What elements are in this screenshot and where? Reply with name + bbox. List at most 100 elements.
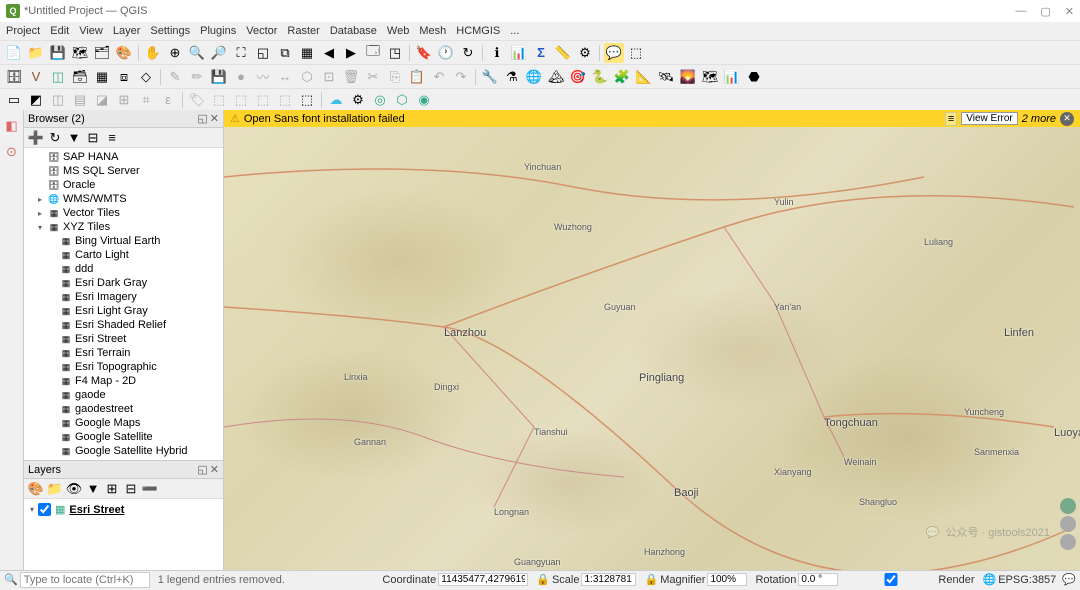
measure-icon[interactable]: 📏	[553, 43, 573, 63]
zoom-next-icon[interactable]: ▶	[341, 43, 361, 63]
tree-item[interactable]: ▦Esri Terrain	[24, 346, 223, 360]
tree-item[interactable]: ▦Esri Dark Gray	[24, 276, 223, 290]
expression-icon[interactable]: ε	[158, 90, 178, 110]
plugin-f-icon[interactable]: 🐍	[590, 67, 610, 87]
layer-row[interactable]: ▾ ▦ Esri Street	[30, 503, 217, 516]
zoom-last-icon[interactable]: ◀	[319, 43, 339, 63]
select-by-value-icon[interactable]: ◩	[26, 90, 46, 110]
hcmgis-a-icon[interactable]: ◎	[370, 90, 390, 110]
no-action-icon[interactable]: ⬚	[626, 43, 646, 63]
tree-item[interactable]: ▦Esri Imagery	[24, 290, 223, 304]
deselect-icon[interactable]: ◫	[48, 90, 68, 110]
refresh-icon[interactable]: ↻	[458, 43, 478, 63]
invert-selection-icon[interactable]: ◪	[92, 90, 112, 110]
label-tool-b-icon[interactable]: ⬚	[231, 90, 251, 110]
tree-item[interactable]: ▦gaodestreet	[24, 402, 223, 416]
map-ctrl-b[interactable]	[1060, 516, 1076, 532]
show-layout-manager-icon[interactable]: 🗂	[92, 43, 112, 63]
tree-item[interactable]: ▦Esri Light Gray	[24, 304, 223, 318]
rot-input[interactable]	[798, 573, 838, 586]
crs-icon[interactable]: 🌐	[983, 573, 997, 586]
zoom-selection-icon[interactable]: ◱	[253, 43, 273, 63]
menu-web[interactable]: Web	[387, 25, 409, 37]
new-3d-view-icon[interactable]: ◳	[385, 43, 405, 63]
coord-input[interactable]	[438, 573, 528, 586]
new-map-view-icon[interactable]: 🗔	[363, 43, 383, 63]
zoom-layer-icon[interactable]: ⧉	[275, 43, 295, 63]
warning-collapse-icon[interactable]: ≡	[945, 112, 957, 126]
zoom-in-icon[interactable]: 🔍	[187, 43, 207, 63]
show-statistical-summary-icon[interactable]: Σ	[531, 43, 551, 63]
select-feature-icon[interactable]: ▭	[4, 90, 24, 110]
snapping-icon[interactable]: ⊙	[2, 142, 22, 162]
cut-features-icon[interactable]: ✂	[363, 67, 383, 87]
tree-item[interactable]: ▦Google Satellite Hybrid	[24, 444, 223, 458]
tree-item[interactable]: ▦ddd	[24, 262, 223, 276]
menu-project[interactable]: Project	[6, 25, 40, 37]
new-memory-icon[interactable]: ◇	[136, 67, 156, 87]
new-project-icon[interactable]: 📄	[4, 43, 24, 63]
new-spatialite-icon[interactable]: 🗃	[70, 67, 90, 87]
tree-item[interactable]: ▦Esri Street	[24, 332, 223, 346]
save-edits-icon[interactable]: 💾	[209, 67, 229, 87]
osm-icon[interactable]: ☁	[326, 90, 346, 110]
layer-styling-icon[interactable]: ◧	[2, 116, 22, 136]
undo-icon[interactable]: ↶	[429, 67, 449, 87]
digitize-icon[interactable]: 〰	[253, 67, 273, 87]
layer-visibility-checkbox[interactable]	[38, 503, 51, 516]
add-group-icon[interactable]: 📁	[47, 481, 63, 497]
browser-undock-icon[interactable]: ◱	[197, 112, 207, 125]
tree-item[interactable]: ▦Esri Topographic	[24, 360, 223, 374]
processing-icon[interactable]: ⚙	[348, 90, 368, 110]
copy-features-icon[interactable]: ⎘	[385, 67, 405, 87]
mag-input[interactable]	[707, 573, 747, 586]
map-canvas[interactable]: LanzhouPingliangTongchuanXianyangBaojiLi…	[224, 127, 1080, 570]
scale-input[interactable]	[581, 573, 636, 586]
locator-input[interactable]	[20, 572, 150, 588]
menu-raster[interactable]: Raster	[287, 25, 319, 37]
plugin-d-icon[interactable]: 🏔	[546, 67, 566, 87]
tree-item[interactable]: ▦Esri Shaded Relief	[24, 318, 223, 332]
zoom-full-icon[interactable]: ⛶	[231, 43, 251, 63]
open-data-source-icon[interactable]: 🗄	[4, 67, 24, 87]
delete-selected-icon[interactable]: 🗑	[341, 67, 361, 87]
hcmgis-c-icon[interactable]: ◉	[414, 90, 434, 110]
menu-hcmgis[interactable]: HCMGIS	[456, 25, 500, 37]
pan-icon[interactable]: ✋	[143, 43, 163, 63]
collapse-all-icon[interactable]: ⊟	[85, 130, 101, 146]
show-spatial-bookmarks-icon[interactable]: 🔖	[414, 43, 434, 63]
paste-features-icon[interactable]: 📋	[407, 67, 427, 87]
add-selected-icon[interactable]: ➕	[28, 130, 44, 146]
tree-item[interactable]: ▦Google Maps	[24, 416, 223, 430]
tree-item[interactable]: 🗄Oracle	[24, 178, 223, 192]
temporal-controller-icon[interactable]: 🕐	[436, 43, 456, 63]
label-icon[interactable]: 🏷	[187, 90, 207, 110]
warning-close-icon[interactable]: ✕	[1060, 112, 1074, 126]
menu-database[interactable]: Database	[330, 25, 377, 37]
attributes-table-icon[interactable]: ⊞	[114, 90, 134, 110]
menu-more[interactable]: ...	[510, 25, 519, 37]
mag-lock-icon[interactable]: 🔒	[644, 573, 658, 586]
layers-undock-icon[interactable]: ◱	[197, 463, 207, 476]
collapse-all-layers-icon[interactable]: ⊟	[123, 481, 139, 497]
label-tool-a-icon[interactable]: ⬚	[209, 90, 229, 110]
browser-tree[interactable]: 🗄SAP HANA🗄MS SQL Server🗄Oracle▸🌐WMS/WMTS…	[24, 148, 223, 460]
tree-item[interactable]: ▦Bing Virtual Earth	[24, 234, 223, 248]
plugin-h-icon[interactable]: 📐	[634, 67, 654, 87]
new-mesh-icon[interactable]: ▦	[92, 67, 112, 87]
layers-close-icon[interactable]: ✕	[210, 463, 219, 476]
tree-item[interactable]: 🗄SAP HANA	[24, 150, 223, 164]
plugin-a-icon[interactable]: 🔧	[480, 67, 500, 87]
plugin-g-icon[interactable]: 🧩	[612, 67, 632, 87]
menu-edit[interactable]: Edit	[50, 25, 69, 37]
style-manager-icon[interactable]: 🎨	[114, 43, 134, 63]
menu-plugins[interactable]: Plugins	[200, 25, 236, 37]
select-all-icon[interactable]: ▤	[70, 90, 90, 110]
label-tool-d-icon[interactable]: ⬚	[275, 90, 295, 110]
plugin-i-icon[interactable]: 🛰	[656, 67, 676, 87]
new-print-layout-icon[interactable]: 🗺	[70, 43, 90, 63]
maximize-button[interactable]: ▢	[1040, 5, 1050, 18]
refresh-browser-icon[interactable]: ↻	[47, 130, 63, 146]
tree-item[interactable]: ▦gaode	[24, 388, 223, 402]
new-virtual-icon[interactable]: ⧈	[114, 67, 134, 87]
